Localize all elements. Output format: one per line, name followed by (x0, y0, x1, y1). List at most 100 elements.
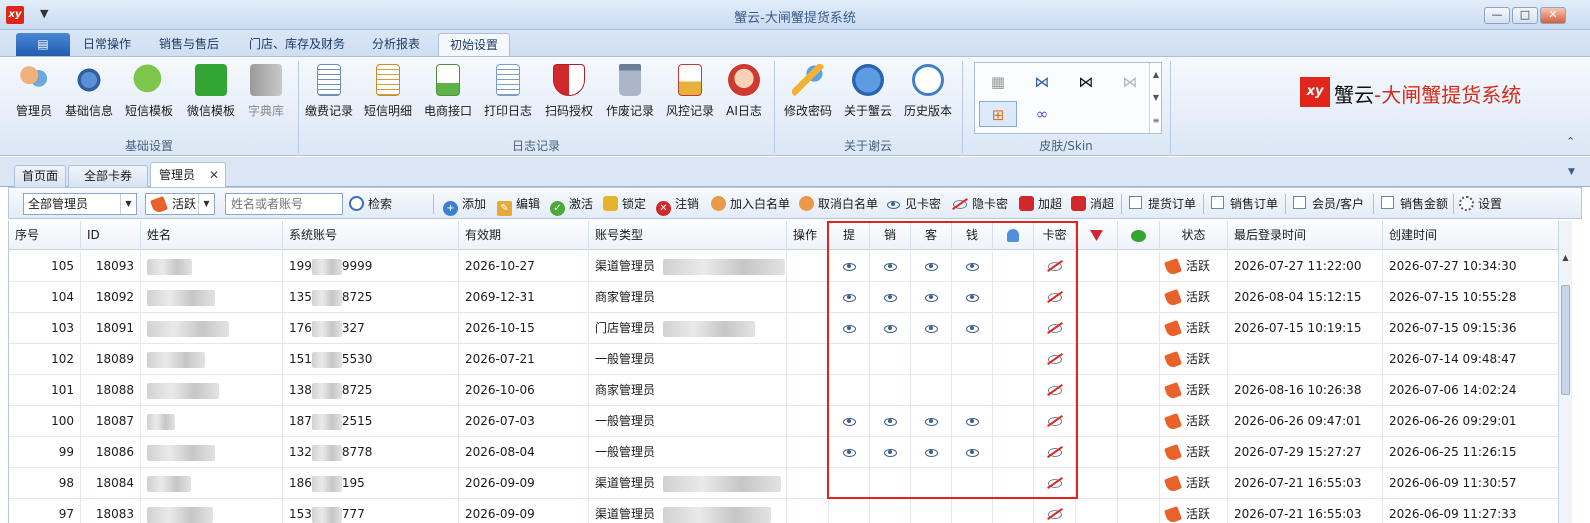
sms-template-button[interactable]: 短信模板 (122, 61, 176, 133)
admin-scope-select[interactable]: 全部管理员 ▼ (23, 193, 137, 215)
eye-icon[interactable] (842, 448, 856, 457)
table-row[interactable]: 98 18084 186 195 2026-09-09 渠道管理员 活跃 2026-07-21… (9, 468, 1559, 499)
sales-orders-checkbox[interactable] (1211, 196, 1224, 209)
print-log-button[interactable]: 打印日志 (480, 61, 536, 133)
col-header-money[interactable]: 钱 (952, 221, 993, 250)
history-versions-button[interactable]: 历史版本 (900, 61, 956, 133)
status-select[interactable]: 活跃 ▼ (145, 193, 215, 215)
tab-store-inventory-finance[interactable]: 门店、库存及财务 (240, 33, 354, 56)
col-header-card-secret[interactable]: 卡密 (1034, 221, 1076, 250)
skin-windows-icon[interactable]: ⊞ (979, 101, 1017, 127)
col-header-status[interactable]: 状态 (1160, 221, 1228, 250)
tab-close-icon[interactable]: ✕ (209, 163, 219, 187)
sales-amount-checkbox[interactable] (1381, 196, 1394, 209)
skin-office-gray-icon[interactable]: ▦ (979, 69, 1017, 95)
ecommerce-api-button[interactable]: 电商接口 (420, 61, 476, 133)
skin-infinity-icon[interactable]: ∞ (1023, 101, 1061, 127)
table-row[interactable]: 101 18088 138 8725 2026-10-06 商家管理员 活跃 2026-08-… (9, 375, 1559, 406)
skin-vs-dark-icon[interactable]: ⋈ (1067, 69, 1105, 95)
eye-icon[interactable] (965, 417, 979, 426)
eye-icon[interactable] (965, 262, 979, 271)
table-row[interactable]: 105 18093 199 9999 2026-10-27 渠道管理员 活跃 2026-07-… (9, 251, 1559, 282)
wechat-template-button[interactable]: 微信模板 (184, 61, 238, 133)
eye-icon[interactable] (883, 448, 897, 457)
eye-off-icon[interactable] (1047, 479, 1062, 488)
eye-icon[interactable] (842, 417, 856, 426)
doc-tab-home[interactable]: 首页面 (14, 165, 66, 187)
tab-initial-settings[interactable]: 初始设置 (438, 33, 510, 56)
eye-off-icon[interactable] (1047, 386, 1062, 395)
admin-button[interactable]: 管理员 (12, 61, 56, 133)
payment-records-button[interactable]: 缴费记录 (302, 61, 356, 133)
col-header-created[interactable]: 创建时间 (1383, 221, 1559, 250)
activate-button[interactable]: ✓ 激活 (550, 195, 593, 216)
eye-icon[interactable] (842, 262, 856, 271)
skin-vs-blue-icon[interactable]: ⋈ (1023, 69, 1061, 95)
eye-icon[interactable] (924, 262, 938, 271)
table-row[interactable]: 97 18083 153 777 2026-09-09 渠道管理员 活跃 2026-07-21… (9, 499, 1559, 523)
edit-button[interactable]: ✎ 编辑 (497, 195, 540, 216)
maximize-button[interactable]: □ (1512, 7, 1538, 24)
ai-log-button[interactable]: AI日志 (722, 61, 766, 133)
hide-card-secret-button[interactable]: 隐卡密 (953, 195, 1008, 213)
remove-super-button[interactable]: 消超 (1071, 195, 1114, 213)
search-button[interactable]: 检索 (349, 195, 392, 213)
risk-records-button[interactable]: 风控记录 (662, 61, 718, 133)
eye-icon[interactable] (842, 324, 856, 333)
eye-off-icon[interactable] (1047, 262, 1062, 271)
eye-icon[interactable] (965, 293, 979, 302)
eye-off-icon[interactable] (1047, 293, 1062, 302)
scan-auth-button[interactable]: 扫码授权 (540, 61, 598, 133)
deregister-button[interactable]: ✕ 注销 (656, 195, 699, 216)
sms-details-button[interactable]: 短信明细 (360, 61, 416, 133)
add-button[interactable]: + 添加 (443, 195, 486, 216)
col-header-name[interactable]: 姓名 (141, 221, 283, 250)
add-whitelist-button[interactable]: 加入白名单 (711, 195, 790, 213)
tab-daily-ops[interactable]: 日常操作 (76, 33, 138, 56)
eye-icon[interactable] (883, 417, 897, 426)
basic-info-button[interactable]: 基础信息 (62, 61, 116, 133)
tab-sales-aftersale[interactable]: 销售与售后 (150, 33, 228, 56)
table-row[interactable]: 103 18091 176 327 2026-10-15 门店管理员 活跃 2026-07-1… (9, 313, 1559, 344)
void-records-button[interactable]: 作废记录 (602, 61, 658, 133)
col-header-account-type[interactable]: 账号类型 (589, 221, 787, 250)
col-header-last-login[interactable]: 最后登录时间 (1228, 221, 1383, 250)
col-header-account[interactable]: 系统账号 (283, 221, 459, 250)
eye-icon[interactable] (965, 448, 979, 457)
skin-vs-light-icon[interactable]: ⋈ (1111, 69, 1149, 95)
eye-icon[interactable] (924, 293, 938, 302)
table-row[interactable]: 100 18087 187 2515 2026-07-03 一般管理员 活跃 2026-06-… (9, 406, 1559, 437)
show-card-secret-button[interactable]: 见卡密 (887, 195, 941, 213)
table-row[interactable]: 104 18092 135 8725 2069-12-31 商家管理员 活跃 2026-08-… (9, 282, 1559, 313)
eye-icon[interactable] (883, 324, 897, 333)
remove-whitelist-button[interactable]: 取消白名单 (799, 195, 878, 213)
eye-off-icon[interactable] (1047, 417, 1062, 426)
pickup-orders-checkbox[interactable] (1129, 196, 1142, 209)
minimize-button[interactable]: — (1484, 7, 1510, 24)
tab-analysis-reports[interactable]: 分析报表 (364, 33, 428, 56)
col-header-expiry[interactable]: 有效期 (459, 221, 589, 250)
add-super-button[interactable]: 加超 (1019, 195, 1062, 213)
eye-icon[interactable] (883, 262, 897, 271)
table-row[interactable]: 102 18089 151 5530 2026-07-21 一般管理员 活跃 2026-07-… (9, 344, 1559, 375)
settings-button[interactable]: 设置 (1459, 195, 1502, 213)
lock-button[interactable]: 锁定 (603, 195, 646, 213)
doc-tab-admin[interactable]: 管理员 ✕ (150, 162, 226, 187)
dictionary-button[interactable]: 字典库 (244, 61, 288, 133)
col-header-wechat[interactable] (1118, 221, 1160, 250)
eye-icon[interactable] (924, 324, 938, 333)
col-header-customer[interactable]: 客 (911, 221, 952, 250)
eye-icon[interactable] (965, 324, 979, 333)
col-header-super[interactable] (1076, 221, 1118, 250)
about-button[interactable]: 关于蟹云 (840, 61, 896, 133)
ribbon-collapse-icon[interactable]: ⌃ (1566, 135, 1575, 148)
eye-icon[interactable] (842, 293, 856, 302)
eye-off-icon[interactable] (1047, 448, 1062, 457)
col-header-pickup[interactable]: 提 (829, 221, 870, 250)
search-input[interactable] (225, 193, 343, 215)
eye-icon[interactable] (883, 293, 897, 302)
doc-tab-all-cards[interactable]: 全部卡券 (68, 165, 148, 187)
eye-off-icon[interactable] (1047, 510, 1062, 519)
col-header-id[interactable]: ID (81, 221, 141, 250)
vertical-scrollbar[interactable]: ▲ (1558, 221, 1572, 523)
